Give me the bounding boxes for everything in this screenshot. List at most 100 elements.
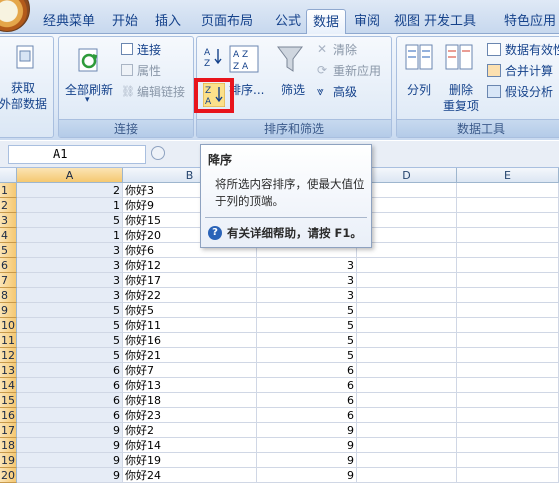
cell-d[interactable] [357, 363, 457, 378]
row-header[interactable]: 20 [0, 468, 17, 483]
cell-b[interactable]: 你好16 [123, 333, 257, 348]
tab-9[interactable]: 特色应用 [500, 9, 559, 34]
cell-d[interactable] [357, 438, 457, 453]
cell-e[interactable] [457, 453, 559, 468]
cell-a[interactable]: 2 [17, 183, 123, 198]
row-header[interactable]: 9 [0, 303, 17, 318]
cell-e[interactable] [457, 408, 559, 423]
cell-b[interactable]: 你好5 [123, 303, 257, 318]
cell-a[interactable]: 6 [17, 393, 123, 408]
chevron-down-icon[interactable]: ▾ [85, 95, 90, 105]
column-header-d[interactable]: D [357, 168, 457, 183]
cell-d[interactable] [357, 378, 457, 393]
row-header[interactable]: 1 [0, 183, 17, 198]
cell-a[interactable]: 5 [17, 348, 123, 363]
cell-e[interactable] [457, 258, 559, 273]
cell-e[interactable] [457, 438, 559, 453]
cell-a[interactable]: 1 [17, 198, 123, 213]
cell-e[interactable] [457, 333, 559, 348]
tab-0[interactable]: 经典菜单 [38, 9, 100, 34]
row-header[interactable]: 11 [0, 333, 17, 348]
cell-e[interactable] [457, 243, 559, 258]
cell-e[interactable] [457, 228, 559, 243]
cell-c[interactable]: 6 [257, 408, 357, 423]
cell-c[interactable]: 6 [257, 363, 357, 378]
cell-c[interactable]: 3 [257, 258, 357, 273]
column-header-e[interactable]: E [457, 168, 559, 183]
cell-e[interactable] [457, 468, 559, 483]
row-header[interactable]: 6 [0, 258, 17, 273]
row-header[interactable]: 17 [0, 423, 17, 438]
row-header[interactable]: 7 [0, 273, 17, 288]
cell-c[interactable]: 5 [257, 333, 357, 348]
clear-button[interactable]: 清除 [333, 41, 357, 58]
cell-d[interactable] [357, 453, 457, 468]
cell-d[interactable] [357, 243, 457, 258]
reapply-button[interactable]: 重新应用 [333, 62, 381, 79]
cell-b[interactable]: 你好18 [123, 393, 257, 408]
cell-e[interactable] [457, 288, 559, 303]
cell-d[interactable] [357, 408, 457, 423]
tab-5[interactable]: 数据 [306, 9, 346, 34]
cell-a[interactable]: 3 [17, 243, 123, 258]
cell-a[interactable]: 5 [17, 213, 123, 228]
cell-e[interactable] [457, 363, 559, 378]
cell-e[interactable] [457, 213, 559, 228]
cell-b[interactable]: 你好2 [123, 423, 257, 438]
cell-c[interactable]: 6 [257, 393, 357, 408]
cell-d[interactable] [357, 348, 457, 363]
advanced-button[interactable]: 高级 [333, 83, 357, 100]
sort-button[interactable]: 排序... [229, 81, 264, 98]
cell-a[interactable]: 9 [17, 453, 123, 468]
cell-b[interactable]: 你好11 [123, 318, 257, 333]
data-validation-button[interactable]: 数据有效性 [505, 41, 559, 58]
row-header[interactable]: 5 [0, 243, 17, 258]
row-header[interactable]: 10 [0, 318, 17, 333]
text-to-columns-button[interactable]: 分列 [407, 81, 431, 98]
connections-button[interactable]: 连接 [137, 41, 161, 58]
cell-a[interactable]: 1 [17, 228, 123, 243]
cell-d[interactable] [357, 318, 457, 333]
tab-8[interactable]: 开发工具 [420, 9, 480, 34]
sort-ascending-icon[interactable]: A Z [203, 45, 225, 69]
row-header[interactable]: 19 [0, 453, 17, 468]
properties-button[interactable]: 属性 [137, 62, 161, 79]
row-header[interactable]: 13 [0, 363, 17, 378]
cell-a[interactable]: 5 [17, 303, 123, 318]
cell-a[interactable]: 9 [17, 468, 123, 483]
cell-e[interactable] [457, 273, 559, 288]
cell-e[interactable] [457, 303, 559, 318]
tab-1[interactable]: 开始 [106, 9, 144, 34]
cell-b[interactable]: 你好17 [123, 273, 257, 288]
cell-a[interactable]: 5 [17, 318, 123, 333]
cell-e[interactable] [457, 423, 559, 438]
cell-a[interactable]: 9 [17, 423, 123, 438]
cell-c[interactable]: 9 [257, 423, 357, 438]
cell-e[interactable] [457, 318, 559, 333]
cell-d[interactable] [357, 303, 457, 318]
cell-c[interactable]: 5 [257, 348, 357, 363]
cell-d[interactable] [357, 183, 457, 198]
cell-a[interactable]: 3 [17, 258, 123, 273]
office-button-icon[interactable] [0, 0, 30, 32]
cell-e[interactable] [457, 378, 559, 393]
cell-d[interactable] [357, 213, 457, 228]
tab-6[interactable]: 审阅 [346, 9, 388, 34]
cell-d[interactable] [357, 273, 457, 288]
cell-b[interactable]: 你好22 [123, 288, 257, 303]
row-header[interactable]: 3 [0, 213, 17, 228]
cell-c[interactable]: 6 [257, 378, 357, 393]
tab-4[interactable]: 公式 [266, 9, 310, 34]
cell-e[interactable] [457, 393, 559, 408]
cell-b[interactable]: 你好21 [123, 348, 257, 363]
remove-duplicates-label-1[interactable]: 删除 [449, 81, 473, 98]
row-header[interactable]: 15 [0, 393, 17, 408]
cell-d[interactable] [357, 393, 457, 408]
cell-b[interactable]: 你好24 [123, 468, 257, 483]
row-header[interactable]: 8 [0, 288, 17, 303]
cell-b[interactable]: 你好12 [123, 258, 257, 273]
row-header[interactable]: 18 [0, 438, 17, 453]
tab-7[interactable]: 视图 [390, 9, 424, 34]
cell-a[interactable]: 9 [17, 438, 123, 453]
edit-links-button[interactable]: 编辑链接 [137, 83, 185, 100]
